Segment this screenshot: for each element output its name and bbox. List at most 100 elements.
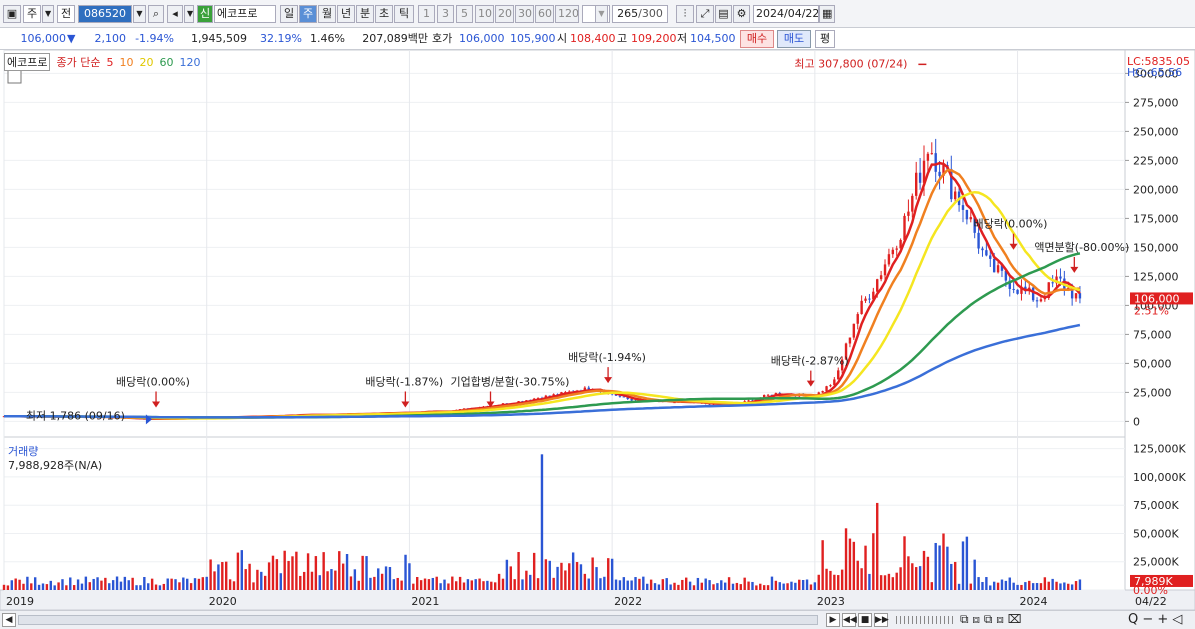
layout-icon[interactable]: ▣ <box>3 5 21 23</box>
minute-10[interactable]: 10 <box>475 5 494 23</box>
price-chart[interactable]: 025,00050,00075,000100,000125,000150,000… <box>0 50 1195 628</box>
code-dropdown-icon[interactable]: ▼ <box>133 5 146 23</box>
volume-bar <box>186 578 189 590</box>
volume-bar <box>10 580 13 590</box>
period-second[interactable]: 초 <box>375 5 393 23</box>
average-button[interactable]: 평 <box>815 30 835 48</box>
candle-body <box>961 205 965 210</box>
minute-60[interactable]: 60 <box>535 5 554 23</box>
volume-bar <box>614 579 618 590</box>
minute-120[interactable]: 120 <box>555 5 579 23</box>
volume-bar <box>295 551 298 590</box>
scroll-right-icon[interactable]: ▶ <box>826 613 840 627</box>
volume-bar <box>817 574 820 590</box>
volume-bar <box>119 581 123 590</box>
minute-20[interactable]: 20 <box>495 5 514 23</box>
event-annotation: 배당락(-1.87%) <box>365 375 443 388</box>
zoom-tools[interactable]: ⧉ ⧈ ⧉ ⧈ ⌧ <box>960 612 1022 627</box>
minute-30[interactable]: 30 <box>515 5 534 23</box>
volume-bar <box>353 569 357 590</box>
volume-bar <box>946 546 949 590</box>
candle-body <box>934 153 937 172</box>
save-icon[interactable]: ▤ <box>715 5 732 23</box>
scroll-track[interactable] <box>18 615 818 625</box>
chart-legend: 에코프로 종가 단순 5 10 20 60 120 <box>4 53 206 71</box>
legend-ma-label: 종가 단순 <box>56 56 101 69</box>
period-week[interactable]: 주 <box>299 5 317 23</box>
market-dropdown-icon[interactable]: ▼ <box>42 5 54 23</box>
volume-bar <box>162 583 166 590</box>
volume-bar <box>965 536 969 590</box>
date-field[interactable]: 2024/04/22 <box>753 5 819 23</box>
sound-dropdown-icon[interactable]: ▼ <box>184 5 194 23</box>
period-month[interactable]: 월 <box>318 5 336 23</box>
fast-forward-icon[interactable]: ▶▶ <box>874 613 889 627</box>
volume-bar <box>540 454 544 590</box>
volume-bar <box>53 585 56 590</box>
volume-bar <box>127 580 130 590</box>
chart-toolbar: ▣ 주 ▼ 전 086520 ▼ ⌕ ◂ ▼ 신 에코프로 일 주 월 년 분 … <box>0 0 1195 28</box>
minute-dropdown-icon[interactable]: ▼ <box>595 5 608 23</box>
settings-gear-icon[interactable]: ⚙ <box>733 5 750 23</box>
stock-name-field[interactable]: 에코프로 <box>214 5 276 23</box>
zoom-ruler[interactable] <box>896 616 956 624</box>
volume-bar <box>443 579 446 590</box>
volume-bar <box>989 585 992 590</box>
candle-body <box>883 264 887 276</box>
rewind-icon[interactable]: ◀◀ <box>842 613 857 627</box>
zoom-icon[interactable]: Q <box>1128 612 1138 627</box>
candle-body <box>1039 299 1043 302</box>
volume-bar <box>755 585 758 590</box>
volume-bar <box>1070 584 1074 590</box>
volume-bar <box>369 577 372 590</box>
period-tick[interactable]: 틱 <box>394 5 414 23</box>
zoom-controls[interactable]: Q − + ◁ <box>1128 612 1182 627</box>
volume-bar <box>345 554 349 590</box>
volume-tick-label: 100,000K <box>1133 471 1186 484</box>
volume-bar <box>513 579 516 590</box>
legend-ma60: 60 <box>159 56 174 69</box>
volume-bar <box>37 584 41 590</box>
period-year[interactable]: 년 <box>337 5 355 23</box>
buy-button[interactable]: 매수 <box>740 30 774 48</box>
volume-bar <box>334 570 337 590</box>
volume-bar <box>1051 578 1054 590</box>
volume-bar <box>497 573 501 590</box>
calendar-icon[interactable]: ▦ <box>819 5 835 23</box>
scroll-left-icon[interactable]: ◀ <box>2 613 16 627</box>
sell-button[interactable]: 매도 <box>777 30 811 48</box>
event-annotation: 배당락(0.00%) <box>974 218 1048 231</box>
volume-bar <box>957 583 961 590</box>
minute-1[interactable]: 1 <box>418 5 435 23</box>
sound-icon[interactable]: ◂ <box>167 5 183 23</box>
candle-body <box>766 394 770 396</box>
legend-stock-name[interactable]: 에코프로 <box>4 53 51 71</box>
volume-bar <box>860 568 863 590</box>
volume-bar <box>1055 581 1058 590</box>
event-annotation: 액면분할(-80.00%) <box>1034 241 1129 254</box>
period-day[interactable]: 일 <box>280 5 298 23</box>
search-icon[interactable]: ⌕ <box>148 5 164 23</box>
drawing-tool-icon[interactable]: ⤢ <box>696 5 714 23</box>
price-tick-label: 175,000 <box>1133 212 1179 225</box>
volume-bar <box>287 560 290 590</box>
stop-icon[interactable]: ■ <box>858 613 872 627</box>
side-select[interactable]: 전 <box>57 5 75 23</box>
candle-type-icon[interactable]: ⫶ <box>676 5 694 23</box>
volume-bar <box>182 577 185 590</box>
volume-bar <box>143 577 146 590</box>
volume-bar <box>474 579 477 590</box>
volume-bar <box>840 569 844 590</box>
volume-bar <box>688 581 692 590</box>
period-minute[interactable]: 분 <box>356 5 374 23</box>
volume-bar <box>65 585 68 590</box>
count-field[interactable]: 265/300 <box>612 5 668 23</box>
volume-bar <box>751 581 754 590</box>
volume-bar <box>69 577 72 590</box>
volume-bar <box>388 566 392 590</box>
minute-3[interactable]: 3 <box>437 5 454 23</box>
stock-code-input[interactable]: 086520 <box>78 5 132 23</box>
market-select[interactable]: 주 <box>23 5 41 23</box>
volume-bar <box>1063 582 1066 590</box>
minute-5[interactable]: 5 <box>456 5 473 23</box>
